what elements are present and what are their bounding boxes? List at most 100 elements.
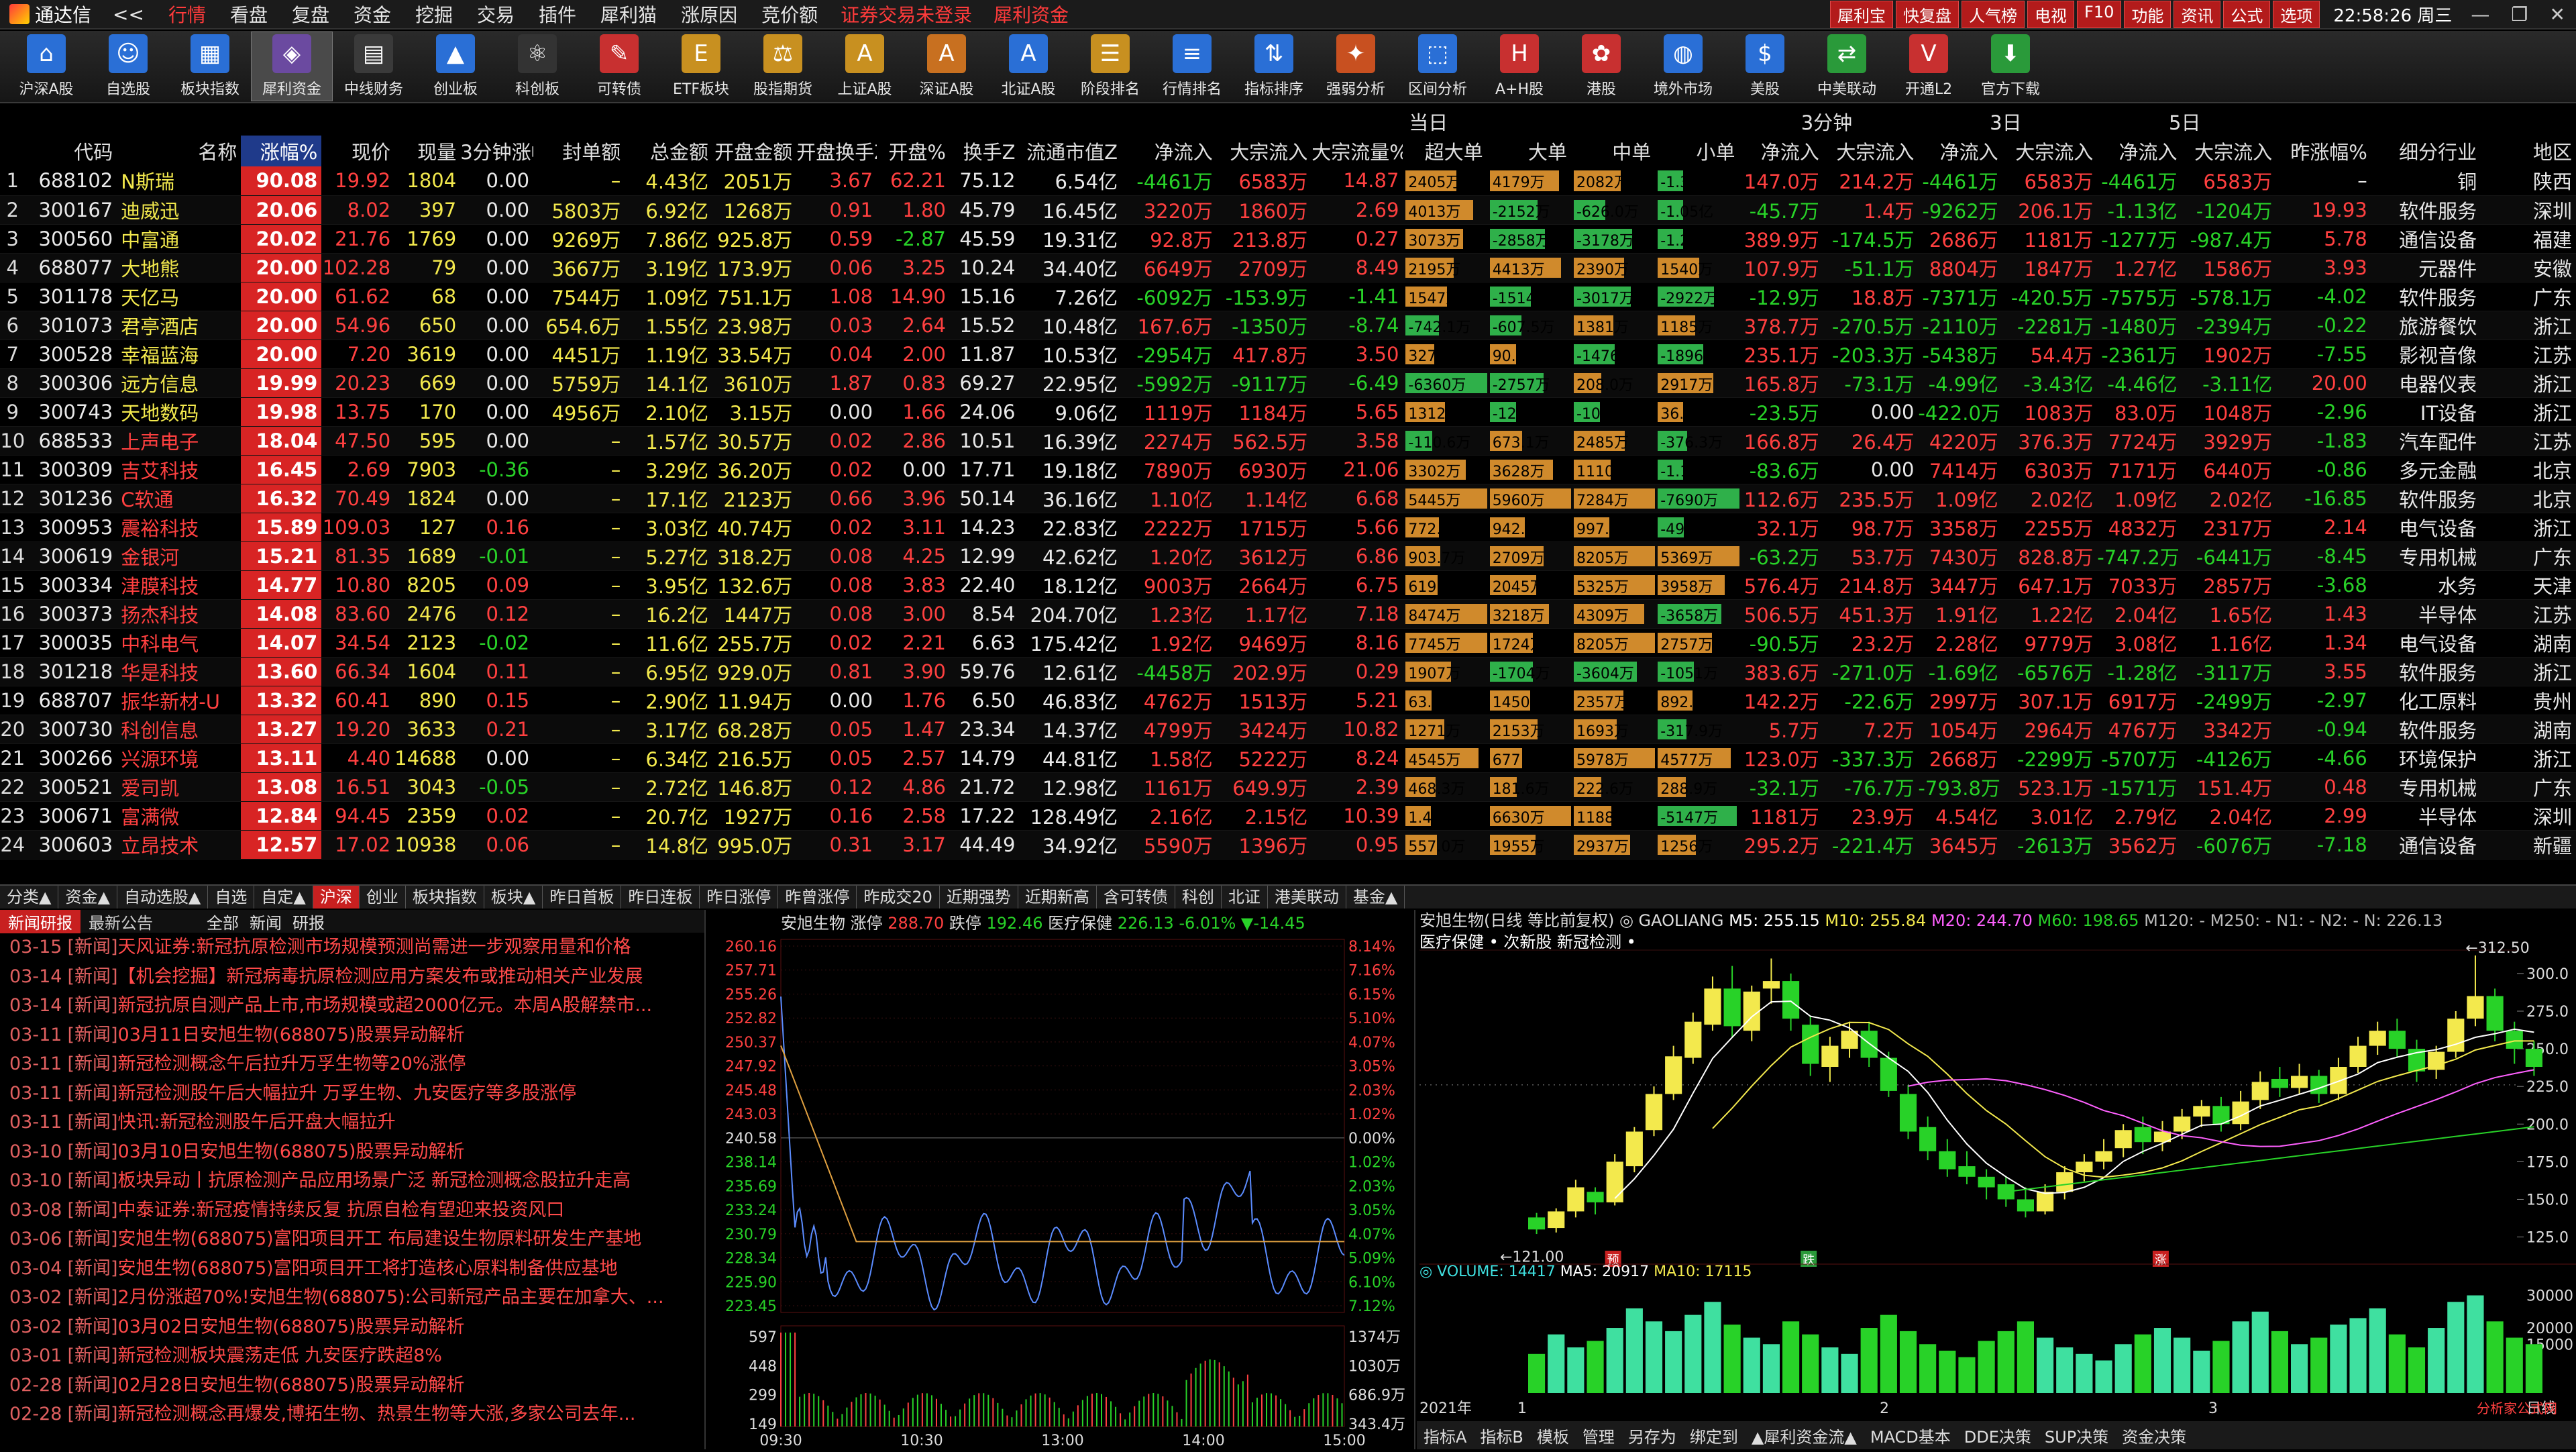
tab-1[interactable]: 资金▲	[58, 886, 117, 909]
indicator-tab-0[interactable]: 指标A	[1417, 1424, 1473, 1447]
column-header-26[interactable]: 大宗流入	[2182, 136, 2277, 166]
close-icon[interactable]: ✕	[2539, 3, 2576, 25]
tab-4[interactable]: 自定▲	[254, 886, 313, 909]
top-button-0[interactable]: 犀利宝	[1830, 0, 1894, 28]
fund-promo[interactable]: 犀利资金	[983, 1, 1079, 28]
indicator-tab-5[interactable]: 绑定到	[1683, 1424, 1745, 1447]
news-item[interactable]: 03-11 [新闻]新冠检测股午后大幅拉升 万孚生物、九安医疗等多股涨停	[0, 1079, 704, 1108]
tab-18[interactable]: 北证	[1222, 886, 1268, 909]
top-button-5[interactable]: 功能	[2124, 0, 2171, 28]
column-header-14[interactable]: 净流入	[1122, 136, 1217, 166]
tab-3[interactable]: 自选	[208, 886, 255, 909]
toolbar-sort-button[interactable]: ⇅ 指标排序	[1233, 32, 1315, 101]
news-item[interactable]: 03-11 [新闻]03月11日安旭生物(688075)股票异动解析	[0, 1021, 704, 1050]
indicator-tab-6[interactable]: ▲犀利资金流▲	[1745, 1424, 1864, 1447]
table-row[interactable]: 17 300035 中科电气 14.07 34.54 2123 -0.02–11.6亿 255…	[0, 628, 2576, 658]
tab-11[interactable]: 昨日涨停	[700, 886, 779, 909]
column-header-23[interactable]: 净流入	[1918, 136, 2002, 166]
column-header-12[interactable]: 换手Z	[950, 136, 1019, 166]
table-row[interactable]: 12 301236 C软通 16.32 70.49 1824 0.00–17.1亿 2123万…	[0, 484, 2576, 513]
toolbar-growth-button[interactable]: ▲ 创业板	[415, 32, 496, 101]
news-item[interactable]: 03-11 [新闻]新冠检测概念午后拉升万孚生物等20%涨停	[0, 1049, 704, 1079]
toolbar-ah-button[interactable]: H A+H股	[1479, 32, 1560, 101]
table-row[interactable]: 18 301218 华是科技 13.60 66.34 1604 0.11–6.95亿 929.…	[0, 657, 2576, 686]
tab-news-research[interactable]: 新闻研报	[0, 909, 80, 933]
column-header-21[interactable]: 净流入	[1739, 136, 1823, 166]
menu-item-3[interactable]: 资金	[341, 1, 403, 28]
table-row[interactable]: 6 301073 君亭酒店 20.00 54.96 650 0.00 654.6万 1.55亿 2…	[0, 311, 2576, 340]
tab-19[interactable]: 港美联动	[1268, 886, 1346, 909]
news-item[interactable]: 03-02 [新闻]03月02日安旭生物(688075)股票异动解析	[0, 1312, 704, 1342]
table-row[interactable]: 22 300521 爱司凯 13.08 16.51 3043 -0.05–2.72亿 146.…	[0, 772, 2576, 802]
news-item[interactable]: 03-10 [新闻]03月10日安旭生物(688075)股票异动解析	[0, 1137, 704, 1167]
minimize-icon[interactable]: —	[2460, 3, 2500, 25]
news-item[interactable]: 03-14 [新闻]【机会挖掘】新冠病毒抗原检测应用方案发布或推动相关产业发展	[0, 962, 704, 992]
column-header-22[interactable]: 大宗流入	[1823, 136, 1919, 166]
tab-14[interactable]: 近期强势	[940, 886, 1018, 909]
table-row[interactable]: 24 300603 立昂技术 12.57 17.02 10938 0.06–14.8亿 995…	[0, 830, 2576, 860]
column-header-28[interactable]: 细分行业	[2371, 136, 2481, 166]
news-item[interactable]: 03-04 [新闻]安旭生物(688075)富阳项目开工将打造核心原料制备供应基地	[0, 1254, 704, 1284]
tab-17[interactable]: 科创	[1175, 886, 1222, 909]
kline-chart[interactable]: 安旭生物(日线 等比前复权) ◎ GAOLIANG M5: 255.15 M10…	[1417, 910, 2576, 1449]
column-header-25[interactable]: 净流入	[2097, 136, 2181, 166]
toolbar-bj-button[interactable]: A 北证A股	[987, 32, 1069, 101]
news-item[interactable]: 02-28 [新闻]新冠检测概念再爆发,博拓生物、热景生物等大涨,多家公司去年..…	[0, 1400, 704, 1429]
column-header-16[interactable]: 大宗流量%	[1311, 136, 1403, 166]
table-row[interactable]: 16 300373 扬杰科技 14.08 83.60 2476 0.12–16.2亿 1447…	[0, 599, 2576, 629]
top-button-4[interactable]: F10	[2077, 0, 2122, 28]
tab-15[interactable]: 近期新高	[1018, 886, 1097, 909]
table-row[interactable]: 14 300619 金银河 15.21 81.35 1689 -0.01–5.27亿 318.…	[0, 541, 2576, 571]
column-header-9[interactable]: 开盘金额	[712, 136, 796, 166]
news-item[interactable]: 03-01 [新闻]新冠检测板块震荡走低 九安医疗跌超8%	[0, 1341, 704, 1371]
filter-news[interactable]: 新闻	[244, 910, 287, 933]
column-header-8[interactable]: 总金额	[625, 136, 712, 166]
news-item[interactable]: 03-14 [新闻]新冠抗原自测产品上市,市场规模或超2000亿元。本周A股解禁市…	[0, 991, 704, 1021]
indicator-tab-8[interactable]: DDE决策	[1957, 1424, 2038, 1447]
column-header-19[interactable]: 中单	[1571, 136, 1655, 166]
menu-item-0[interactable]: 行情	[156, 1, 218, 28]
menu-item-9[interactable]: 竞价额	[749, 1, 830, 28]
indicator-tab-2[interactable]: 模板	[1530, 1424, 1576, 1447]
table-row[interactable]: 11 300309 吉艾科技 16.45 2.69 7903 -0.36–3.29亿 36.2…	[0, 455, 2576, 484]
nav-back[interactable]: <<	[101, 3, 156, 25]
table-row[interactable]: 8 300306 远方信息 19.99 20.23 669 0.00 5759万 14.1亿 36…	[0, 368, 2576, 398]
tab-announcements[interactable]: 最新公告	[80, 910, 161, 933]
toolbar-sh-button[interactable]: A 上证A股	[824, 32, 906, 101]
column-header-27[interactable]: 昨涨幅%	[2276, 136, 2371, 166]
table-row[interactable]: 5 301178 天亿马 20.00 61.62 68 0.00 7544万 1.09亿 751.…	[0, 282, 2576, 311]
table-row[interactable]: 21 300266 兴源环境 13.11 4.40 14688 0.00–6.34亿 216.…	[0, 743, 2576, 773]
toolbar-user-button[interactable]: ☺ 自选股	[87, 32, 169, 101]
table-row[interactable]: 4 688077 大地熊 20.00 102.28 79 0.00 3667万 3.19亿 173…	[0, 253, 2576, 282]
news-item[interactable]: 03-02 [新闻]2月份涨超70%!安旭生物(688075):公司新冠产品主要在…	[0, 1283, 704, 1312]
indicator-tab-10[interactable]: 资金决策	[2115, 1424, 2193, 1447]
tab-20[interactable]: 基金▲	[1346, 886, 1405, 909]
menu-item-7[interactable]: 犀利猫	[588, 1, 669, 28]
news-item[interactable]: 03-10 [新闻]板块异动丨抗原检测产品应用场景广泛 新冠检测概念股拉升走高	[0, 1166, 704, 1196]
column-header-18[interactable]: 大单	[1487, 136, 1571, 166]
news-item[interactable]: 03-11 [新闻]快讯:新冠检测股午后开盘大幅拉升	[0, 1108, 704, 1137]
top-button-7[interactable]: 公式	[2223, 0, 2271, 28]
tab-2[interactable]: 自动选股▲	[117, 886, 209, 909]
indicator-tab-3[interactable]: 管理	[1576, 1424, 1621, 1447]
column-header-4[interactable]: 现价	[321, 136, 394, 166]
top-button-3[interactable]: 电视	[2027, 0, 2075, 28]
column-header-6[interactable]: 3分钟涨幅%	[460, 136, 533, 166]
tab-6[interactable]: 创业	[360, 886, 406, 909]
toolbar-blocks-button[interactable]: ▦ 板块指数	[169, 32, 251, 101]
news-item[interactable]: 03-06 [新闻]安旭生物(688075)富阳项目开工 布局建设生物原料研发生产…	[0, 1225, 704, 1254]
news-item[interactable]: 02-28 [新闻]02月28日安旭生物(688075)股票异动解析	[0, 1371, 704, 1400]
table-row[interactable]: 9 300743 天地数码 19.98 13.75 170 0.00 4956万 2.10亿 3.…	[0, 397, 2576, 427]
menu-item-1[interactable]: 看盘	[218, 1, 280, 28]
toolbar-hk-button[interactable]: ✿ 港股	[1560, 32, 1642, 101]
toolbar-fund-button[interactable]: ◈ 犀利资金	[251, 32, 333, 101]
top-button-2[interactable]: 人气榜	[1962, 0, 2025, 28]
menu-item-2[interactable]: 复盘	[280, 1, 341, 28]
toolbar-bond-button[interactable]: ✎ 可转债	[578, 32, 660, 101]
column-header-24[interactable]: 大宗流入	[2002, 136, 2098, 166]
column-header-7[interactable]: 封单额	[533, 136, 625, 166]
column-header-17[interactable]: 超大单	[1403, 136, 1487, 166]
toolbar-rank-button[interactable]: ☰ 阶段排名	[1069, 32, 1151, 101]
toolbar-link-button[interactable]: ⇄ 中美联动	[1806, 32, 1888, 101]
top-button-1[interactable]: 快复盘	[1896, 0, 1960, 28]
